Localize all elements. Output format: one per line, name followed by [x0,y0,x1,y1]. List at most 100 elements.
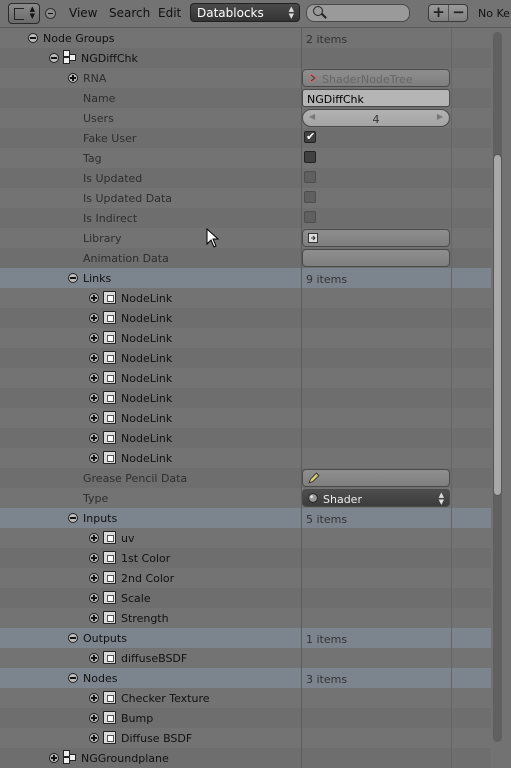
node-link-icon [103,331,116,344]
list-item[interactable]: Diffuse BSDF [0,728,491,748]
expand-icon[interactable] [89,613,99,623]
rna-value: ShaderNodeTree [322,73,413,86]
node-link-label: NodeLink [121,372,173,385]
tree-row-library[interactable]: Library [0,228,491,248]
tree-row-ngdiffchk[interactable]: NGDiffChk [0,48,491,68]
collapse-icon[interactable] [68,273,78,283]
tree-row-is-updated-data[interactable]: Is Updated Data [0,188,491,208]
tree-row-rna[interactable]: RNA ShaderNodeTree [0,68,491,88]
list-item[interactable]: NodeLink [0,308,491,328]
expand-icon[interactable] [89,413,99,423]
expand-icon[interactable] [89,333,99,343]
tree-row-fake-user[interactable]: Fake User [0,128,491,148]
list-item[interactable]: NodeLink [0,368,491,388]
tree-row-is-indirect[interactable]: Is Indirect [0,208,491,228]
expand-icon[interactable] [89,593,99,603]
scroll-thumb[interactable] [493,154,502,496]
list-item[interactable]: 1st Color [0,548,491,568]
node-link-icon [103,391,116,404]
list-item[interactable]: uv [0,528,491,548]
collapse-menu-icon[interactable] [45,8,56,19]
links-count: 9 items [306,273,348,286]
tree-row-ngground[interactable]: NGGroundplane [0,748,491,768]
tree-row-grease-pencil[interactable]: Grease Pencil Data [0,468,491,488]
collapse-icon[interactable] [49,53,59,63]
tree-row-animation-data[interactable]: Animation Data [0,248,491,268]
list-item[interactable]: NodeLink [0,288,491,308]
grease-pencil-field[interactable] [302,469,450,487]
pencil-icon [308,472,320,484]
node-link-label: NodeLink [121,352,173,365]
list-item[interactable]: Bump [0,708,491,728]
editor-type-button[interactable]: ▲ ▼ [8,3,40,24]
library-field[interactable] [302,229,450,247]
list-item[interactable]: NodeLink [0,448,491,468]
list-item[interactable]: NodeLink [0,348,491,368]
is-indirect-checkbox [304,211,316,223]
node-link-icon [103,311,116,324]
tree-row-users[interactable]: Users ◀ 4 ▶ [0,108,491,128]
collapse-icon[interactable] [28,33,38,43]
list-item[interactable]: NodeLink [0,408,491,428]
users-number-field[interactable]: ◀ 4 ▶ [302,109,450,127]
add-keying-set-button[interactable]: + [429,5,448,21]
expand-icon[interactable] [89,313,99,323]
vertical-scrollbar[interactable] [491,28,511,768]
display-mode-dropdown[interactable]: Datablocks ▲ ▼ [190,3,300,22]
collapse-icon[interactable] [68,633,78,643]
tree-row-type[interactable]: Type Shader ▲ ▼ [0,488,491,508]
expand-icon[interactable] [89,733,99,743]
is-updated-label: Is Updated [83,172,143,185]
search-menu[interactable]: Search [109,6,150,20]
list-item[interactable]: diffuseBSDF [0,648,491,668]
edit-menu[interactable]: Edit [158,6,181,20]
column-divider [451,28,452,768]
list-item[interactable]: NodeLink [0,428,491,448]
expand-icon[interactable] [89,653,99,663]
expand-icon[interactable] [89,553,99,563]
search-field[interactable] [306,4,410,22]
list-item[interactable]: Checker Texture [0,688,491,708]
expand-icon[interactable] [89,453,99,463]
tree-row-name[interactable]: Name NGDiffChk [0,88,491,108]
expand-icon[interactable] [89,693,99,703]
increment-arrow-icon[interactable]: ▶ [437,112,443,121]
decrement-arrow-icon[interactable]: ◀ [309,112,315,121]
expand-icon[interactable] [89,433,99,443]
fake-user-checkbox[interactable] [304,130,316,143]
tree-row-links[interactable]: Links 9 items [0,268,491,288]
expand-icon[interactable] [89,373,99,383]
list-item[interactable]: 2nd Color [0,568,491,588]
node-link-label: NodeLink [121,452,173,465]
collapse-icon[interactable] [68,673,78,683]
list-item[interactable]: NodeLink [0,388,491,408]
expand-icon[interactable] [89,393,99,403]
rna-field[interactable]: ShaderNodeTree [302,69,450,87]
tree-row-outputs[interactable]: Outputs 1 items [0,628,491,648]
animation-data-field[interactable] [302,249,450,267]
tag-checkbox[interactable] [304,151,316,163]
expand-icon[interactable] [89,353,99,363]
list-item[interactable]: NodeLink [0,328,491,348]
expand-icon[interactable] [68,73,78,83]
expand-icon[interactable] [89,713,99,723]
tree-row-node-groups[interactable]: Node Groups 2 items [0,28,491,48]
nodes-label: Nodes [83,672,118,685]
name-field[interactable]: NGDiffChk [302,89,450,107]
list-item[interactable]: Strength [0,608,491,628]
collapse-icon[interactable] [68,513,78,523]
expand-icon[interactable] [89,293,99,303]
expand-icon[interactable] [89,573,99,583]
remove-keying-set-button[interactable]: − [449,5,468,21]
type-dropdown[interactable]: Shader ▲ ▼ [302,489,450,507]
view-menu[interactable]: View [69,6,97,20]
tree-row-nodes[interactable]: Nodes 3 items [0,668,491,688]
tree-row-is-updated[interactable]: Is Updated [0,168,491,188]
tag-label: Tag [83,152,102,165]
expand-icon[interactable] [89,533,99,543]
tree-row-tag[interactable]: Tag [0,148,491,168]
type-value: Shader [323,493,362,506]
expand-icon[interactable] [49,753,59,763]
tree-row-inputs[interactable]: Inputs 5 items [0,508,491,528]
list-item[interactable]: Scale [0,588,491,608]
